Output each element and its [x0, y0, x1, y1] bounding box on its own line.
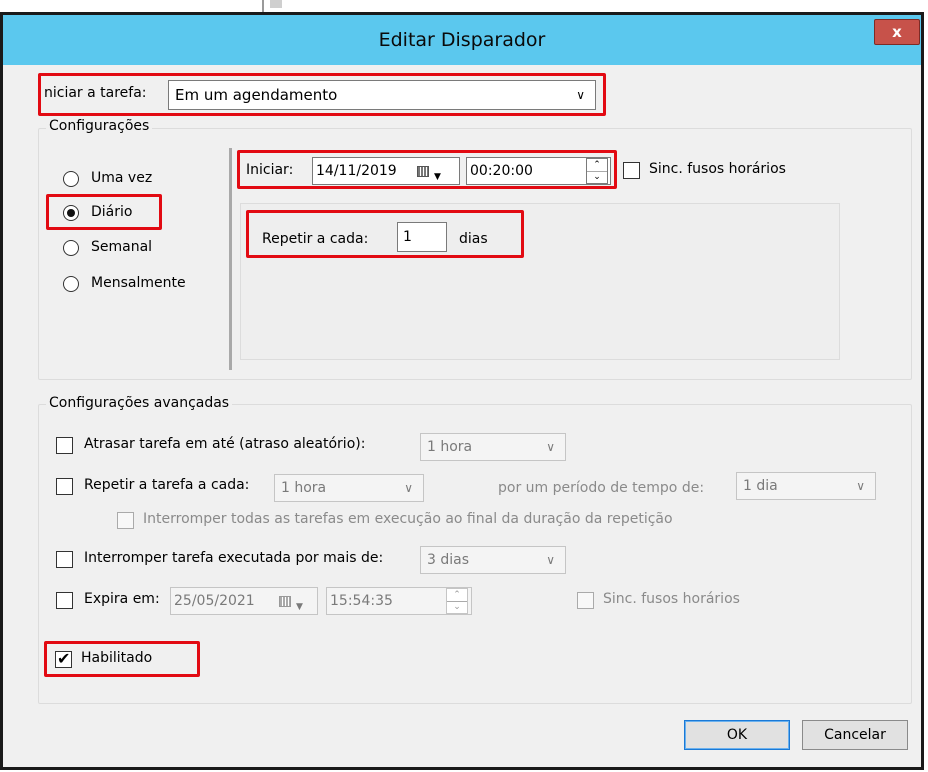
- radio-weekly-label: Semanal: [91, 239, 153, 255]
- chevron-down-icon: ∨: [546, 440, 555, 454]
- enabled-label: Habilitado: [81, 650, 153, 666]
- stop-longer-select[interactable]: 3 dias ∨: [420, 546, 566, 574]
- delay-label: Atrasar tarefa em até (atraso aleatório)…: [84, 436, 366, 452]
- expire-date-picker[interactable]: 25/05/2021 ▼: [170, 587, 318, 615]
- cancel-button[interactable]: Cancelar: [802, 720, 908, 750]
- start-task-value: Em um agendamento: [175, 86, 338, 104]
- settings-legend: Configurações: [46, 118, 153, 134]
- sync-timezones-label: Sinc. fusos horários: [649, 161, 786, 177]
- delay-value: 1 hora: [427, 439, 473, 455]
- duration-select[interactable]: 1 dia ∨: [736, 472, 876, 500]
- stop-longer-checkbox[interactable]: [56, 551, 73, 568]
- stop-longer-value: 3 dias: [427, 552, 470, 568]
- expire-time-spinner[interactable]: ⌃ ⌄: [446, 588, 468, 614]
- start-time-value: 00:20:00: [470, 163, 533, 179]
- check-icon: ✔: [57, 649, 71, 668]
- radio-monthly[interactable]: [63, 276, 79, 292]
- radio-once[interactable]: [63, 171, 79, 187]
- start-date-picker[interactable]: 14/11/2019 ▼: [312, 157, 460, 185]
- chevron-down-icon: ∨: [546, 553, 555, 567]
- start-date-value: 14/11/2019: [316, 163, 397, 179]
- enabled-checkbox[interactable]: ✔: [55, 649, 72, 668]
- close-button[interactable]: x: [874, 19, 920, 45]
- expire-sync-label: Sinc. fusos horários: [603, 591, 740, 607]
- chevron-down-icon: ∨: [576, 88, 585, 102]
- sync-timezones-checkbox[interactable]: [623, 162, 640, 179]
- repeat-task-select[interactable]: 1 hora ∨: [274, 474, 424, 502]
- dropdown-arrow-icon[interactable]: ▼: [296, 594, 303, 620]
- duration-label: por um período de tempo de:: [498, 480, 705, 496]
- start-task-label: niciar a tarefa:: [44, 85, 147, 101]
- dropdown-arrow-icon[interactable]: ▼: [434, 164, 441, 190]
- expire-checkbox[interactable]: [56, 592, 73, 609]
- background-window-strip: [0, 0, 928, 12]
- advanced-legend: Configurações avançadas: [46, 395, 233, 411]
- repeat-every-label: Repetir a cada:: [262, 231, 369, 247]
- radio-weekly[interactable]: [63, 240, 79, 256]
- stop-longer-label: Interromper tarefa executada por mais de…: [84, 550, 384, 566]
- radio-once-label: Uma vez: [91, 170, 153, 186]
- repeat-days-unit: dias: [459, 231, 488, 247]
- radio-daily-label: Diário: [91, 204, 133, 220]
- dialog-title: Editar Disparador: [378, 29, 546, 51]
- chevron-down-icon: ∨: [856, 479, 865, 493]
- chevron-down-icon: ∨: [404, 481, 413, 495]
- repeat-task-checkbox[interactable]: [56, 478, 73, 495]
- start-time-spinner[interactable]: ⌃ ⌄: [586, 158, 608, 184]
- stop-all-label: Interromper todas as tarefas em execução…: [143, 511, 673, 527]
- expire-time-value: 15:54:35: [330, 593, 393, 609]
- start-task-select[interactable]: Em um agendamento ∨: [168, 80, 596, 110]
- repeat-days-input[interactable]: 1: [397, 222, 447, 252]
- delay-select[interactable]: 1 hora ∨: [420, 433, 566, 461]
- ok-button[interactable]: OK: [684, 720, 790, 750]
- close-icon: x: [892, 23, 902, 41]
- expire-sync-checkbox[interactable]: [577, 592, 594, 609]
- repeat-days-value: 1: [403, 229, 412, 245]
- repeat-task-label: Repetir a tarefa a cada:: [84, 477, 250, 493]
- start-label: Iniciar:: [246, 162, 294, 178]
- radio-daily[interactable]: [63, 205, 79, 221]
- calendar-icon[interactable]: [279, 596, 291, 607]
- delay-checkbox[interactable]: [56, 437, 73, 454]
- spin-down-icon[interactable]: ⌄: [587, 171, 607, 183]
- repeat-task-value: 1 hora: [281, 480, 327, 496]
- stop-all-checkbox[interactable]: [117, 512, 134, 529]
- radio-monthly-label: Mensalmente: [91, 275, 186, 291]
- calendar-icon[interactable]: [417, 166, 429, 177]
- duration-value: 1 dia: [743, 478, 778, 494]
- spin-down-icon[interactable]: ⌄: [447, 601, 467, 613]
- expire-label: Expira em:: [84, 591, 160, 607]
- vertical-separator: [229, 148, 232, 370]
- expire-date-value: 25/05/2021: [174, 593, 255, 609]
